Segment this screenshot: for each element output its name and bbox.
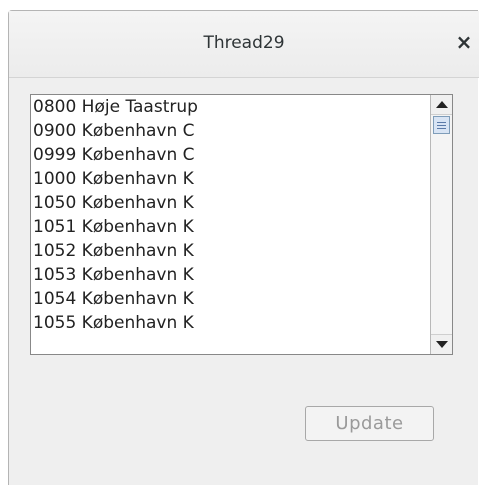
grip-line xyxy=(437,124,446,126)
scroll-up-button[interactable] xyxy=(431,95,452,115)
arrow-down-icon xyxy=(435,341,448,348)
list-item[interactable]: 1000 København K xyxy=(33,167,419,191)
close-button[interactable]: × xyxy=(453,30,475,54)
list-item[interactable]: 1051 København K xyxy=(33,215,419,239)
postal-code-list[interactable]: 0800 Høje Taastrup 0900 København C 0999… xyxy=(30,94,453,355)
list-viewport: 0800 Høje Taastrup 0900 København C 0999… xyxy=(33,95,419,354)
close-icon: × xyxy=(455,30,473,54)
arrow-up-icon xyxy=(435,101,448,108)
window-title: Thread29 xyxy=(203,33,285,53)
list-item[interactable]: 0800 Høje Taastrup xyxy=(33,95,419,119)
list-item[interactable]: 1052 København K xyxy=(33,239,419,263)
list-item[interactable]: 1055 København K xyxy=(33,311,419,335)
list-item[interactable]: 0999 København C xyxy=(33,143,419,167)
list-item[interactable]: 1054 København K xyxy=(33,287,419,311)
title-bar[interactable]: Thread29 × xyxy=(9,11,479,78)
update-button[interactable]: Update xyxy=(305,406,434,441)
list-item[interactable]: 1053 København K xyxy=(33,263,419,287)
grip-line xyxy=(437,127,446,129)
vertical-scrollbar[interactable] xyxy=(430,95,452,354)
list-item[interactable]: 0900 København C xyxy=(33,119,419,143)
grip-line xyxy=(437,121,446,123)
scroll-down-button[interactable] xyxy=(431,334,452,354)
list-item[interactable]: 1050 København K xyxy=(33,191,419,215)
scroll-thumb[interactable] xyxy=(433,116,450,134)
